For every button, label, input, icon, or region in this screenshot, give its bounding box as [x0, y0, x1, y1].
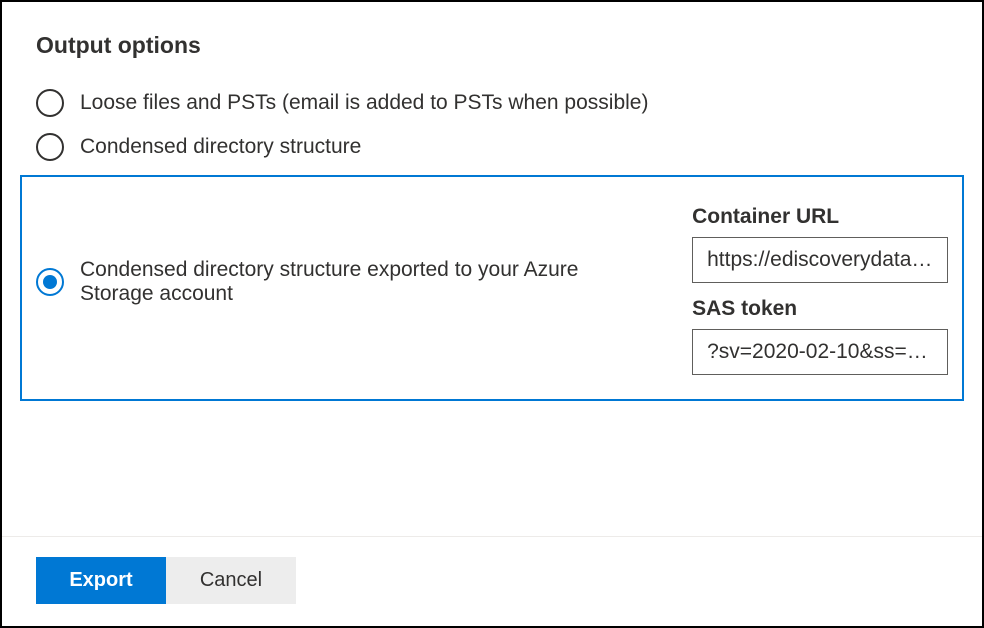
radio-option-condensed[interactable]: Condensed directory structure [36, 125, 948, 169]
azure-storage-fields: Container URL SAS token [692, 205, 948, 375]
radio-label: Condensed directory structure [80, 135, 361, 159]
container-url-input[interactable] [692, 237, 948, 283]
cancel-button[interactable]: Cancel [166, 557, 296, 604]
output-options-radio-group: Loose files and PSTs (email is added to … [36, 81, 948, 401]
radio-option-azure-storage[interactable]: Condensed directory structure exported t… [20, 175, 964, 401]
container-url-label: Container URL [692, 205, 948, 229]
section-title: Output options [36, 32, 948, 59]
sas-token-field-group: SAS token [692, 297, 948, 375]
radio-icon [36, 89, 64, 117]
export-button[interactable]: Export [36, 557, 166, 604]
container-url-field-group: Container URL [692, 205, 948, 283]
radio-label: Loose files and PSTs (email is added to … [80, 91, 648, 115]
radio-icon [36, 133, 64, 161]
radio-option-loose-files[interactable]: Loose files and PSTs (email is added to … [36, 81, 948, 125]
sas-token-label: SAS token [692, 297, 948, 321]
sas-token-input[interactable] [692, 329, 948, 375]
radio-label: Condensed directory structure exported t… [80, 258, 632, 306]
radio-icon [36, 268, 64, 296]
dialog-footer: Export Cancel [2, 536, 982, 626]
